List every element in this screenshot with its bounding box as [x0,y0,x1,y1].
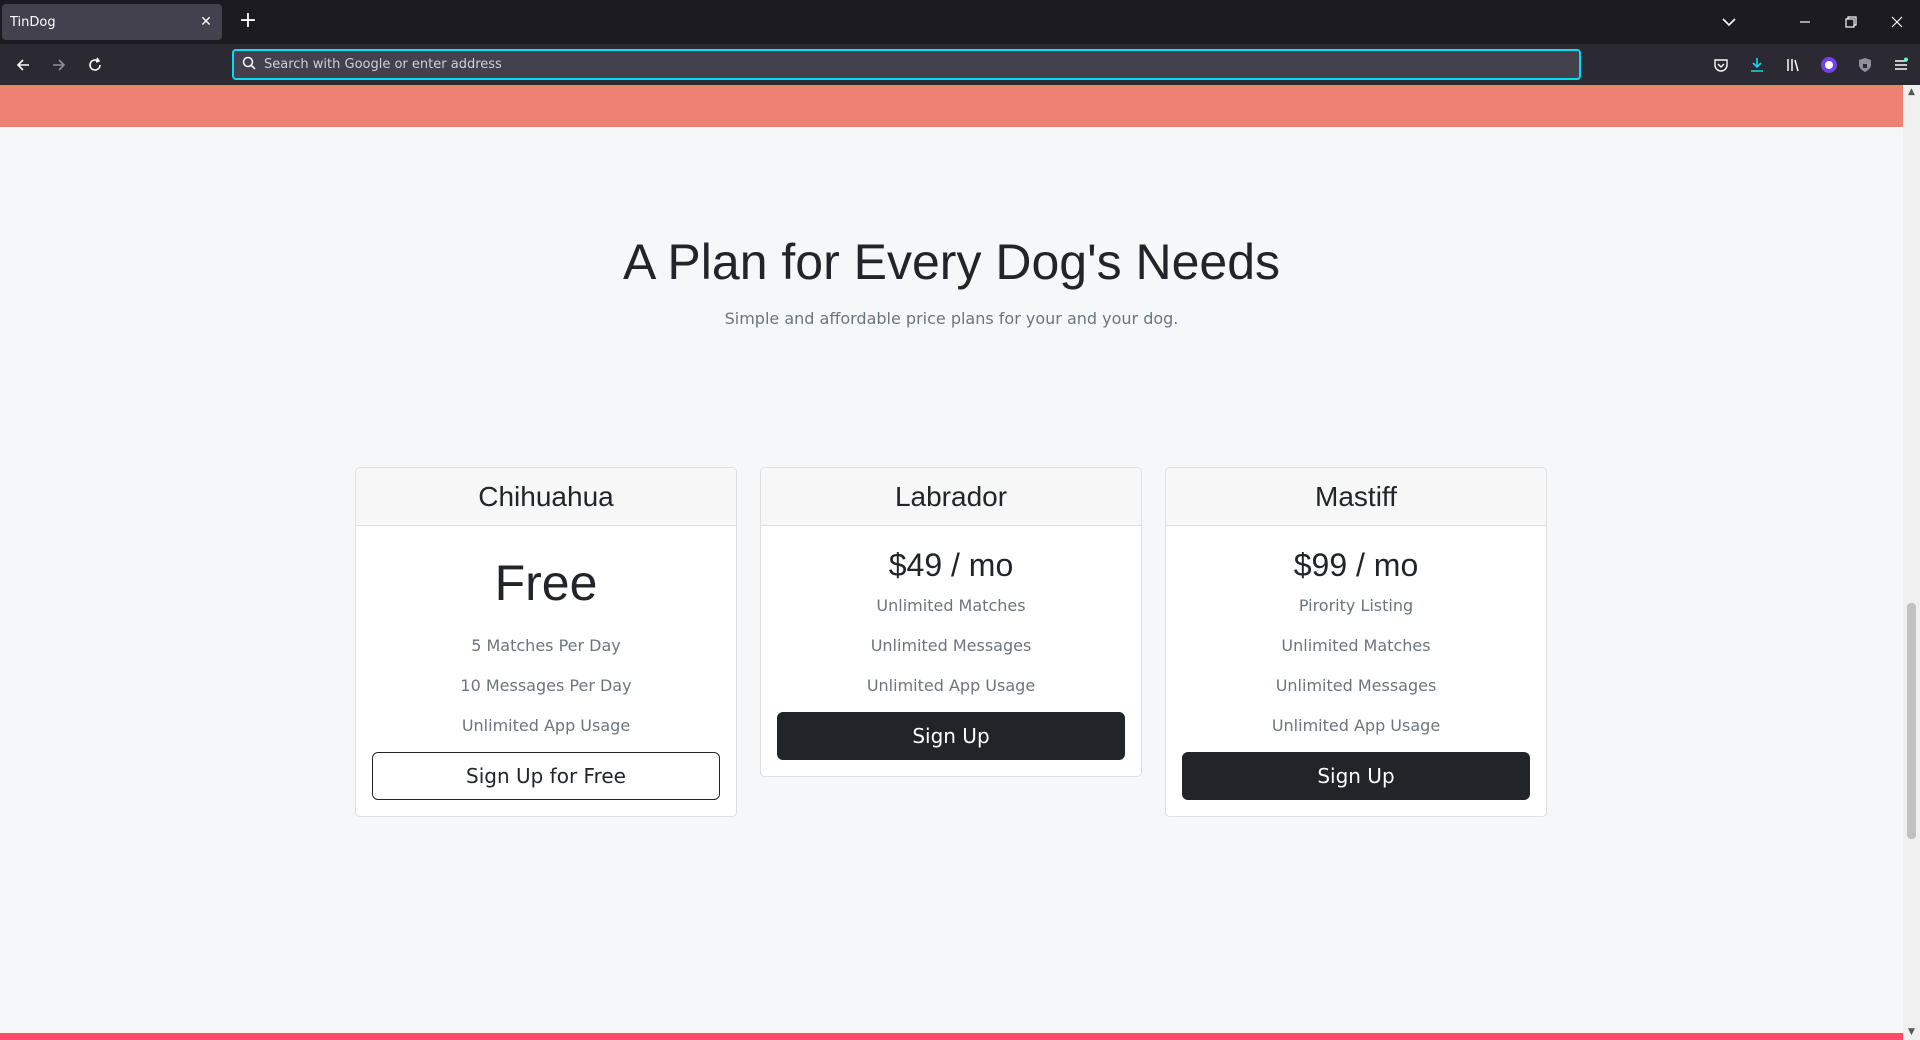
window-controls [1706,0,1920,44]
next-section-top [0,1033,1903,1040]
scroll-up-icon[interactable]: ▲ [1906,87,1917,98]
pricing-subtitle: Simple and affordable price plans for yo… [724,309,1179,328]
extension-icon[interactable] [1814,50,1844,80]
library-icon[interactable] [1778,50,1808,80]
shield-icon[interactable] [1850,50,1880,80]
feature-list: Pirority Listing Unlimited Matches Unlim… [1182,586,1530,746]
feature-item: Unlimited Matches [876,596,1026,615]
arrow-right-icon[interactable] [44,50,74,80]
hero-section-bottom [0,85,1903,127]
url-bar[interactable] [232,49,1581,80]
feature-item: 10 Messages Per Day [460,676,632,695]
pricing-card-labrador: Labrador $49 / mo Unlimited Matches Unli… [760,467,1142,777]
close-icon[interactable]: ✕ [198,14,214,30]
feature-item: Unlimited Messages [1275,676,1437,695]
sign-up-button[interactable]: Sign Up [777,712,1125,760]
feature-item: Pirority Listing [1298,596,1414,615]
arrow-left-icon[interactable] [8,50,38,80]
feature-item: Unlimited App Usage [1271,716,1441,735]
page-scrollbar[interactable]: ▲ ▼ [1903,85,1920,1040]
scroll-down-icon[interactable]: ▼ [1906,1027,1917,1038]
restore-icon[interactable] [1828,0,1874,44]
tab-title: TinDog [10,14,56,30]
tab-tindog[interactable]: TinDog ✕ [2,4,222,40]
feature-item: 5 Matches Per Day [471,636,621,655]
pricing-card-mastiff: Mastiff $99 / mo Pirority Listing Unlimi… [1165,467,1547,817]
sign-up-button[interactable]: Sign Up [1182,752,1530,800]
feature-item: Unlimited App Usage [866,676,1036,695]
url-input[interactable] [264,57,1579,72]
plan-price: Free [494,555,598,611]
chevron-down-icon[interactable] [1706,0,1752,44]
plan-name: Labrador [761,468,1141,526]
minimize-icon[interactable] [1782,0,1828,44]
feature-item: Unlimited App Usage [461,716,631,735]
plan-name: Mastiff [1166,468,1546,526]
navigation-bar [0,44,1920,85]
plan-price: $99 / mo [1293,547,1419,583]
pocket-icon[interactable] [1706,50,1736,80]
tab-bar: TinDog ✕ + [0,0,1920,44]
page-viewport: A Plan for Every Dog's Needs Simple and … [0,85,1903,1040]
close-icon[interactable] [1874,0,1920,44]
feature-list: Unlimited Matches Unlimited Messages Unl… [777,586,1125,706]
plan-name: Chihuahua [356,468,736,526]
search-icon [242,55,256,74]
scroll-thumb[interactable] [1907,603,1916,839]
feature-list: 5 Matches Per Day 10 Messages Per Day Un… [372,626,720,746]
pricing-title: A Plan for Every Dog's Needs [622,234,1281,290]
reload-icon[interactable] [80,50,110,80]
download-icon[interactable] [1742,50,1772,80]
pricing-card-chihuahua: Chihuahua Free 5 Matches Per Day 10 Mess… [355,467,737,817]
feature-item: Unlimited Matches [1281,636,1431,655]
toolbar-actions [1706,50,1916,80]
feature-item: Unlimited Messages [870,636,1032,655]
sign-up-free-button[interactable]: Sign Up for Free [372,752,720,800]
hamburger-menu-icon[interactable] [1886,50,1916,80]
plan-price: $49 / mo [888,547,1014,583]
new-tab-button[interactable]: + [234,8,262,36]
